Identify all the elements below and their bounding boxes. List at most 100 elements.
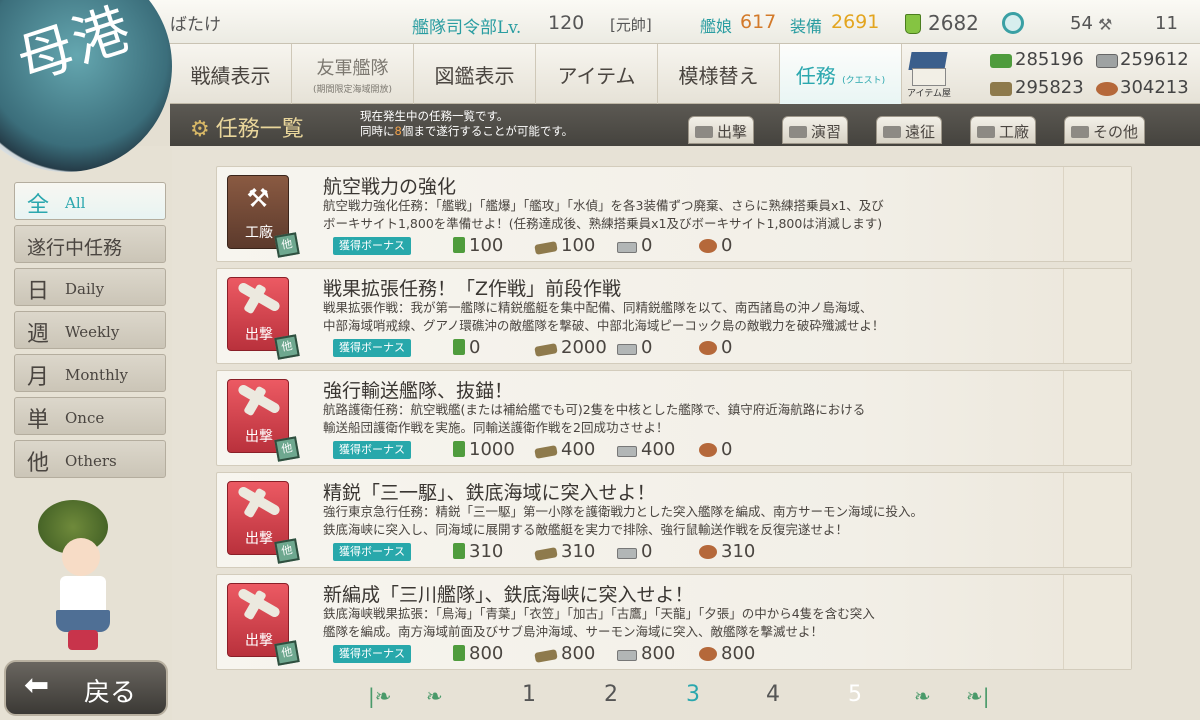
page-2[interactable]: 2 — [604, 682, 618, 707]
page-4[interactable]: 4 — [766, 682, 780, 707]
bauxite-icon — [699, 443, 717, 457]
category-tab-arsenal[interactable]: 工廠 — [970, 116, 1037, 144]
filter-weekly[interactable]: 週 Weekly — [14, 311, 166, 349]
exercise-icon — [789, 126, 807, 138]
other-tag-icon: 他 — [274, 640, 300, 666]
category-label: 工廠 — [999, 123, 1030, 141]
category-label: その他 — [1093, 123, 1139, 141]
improve-material-count: 11 — [1155, 13, 1178, 34]
tab-furniture[interactable]: 模様替え — [658, 44, 780, 104]
reward-fuel: 800 — [453, 643, 503, 664]
fuel-icon — [453, 645, 465, 661]
prev-page-icon[interactable]: ❧ — [426, 684, 443, 708]
quest-description: 戦果拡張作戦：我が第一艦隊に精鋭艦艇を集中配備、同精鋭艦隊を以て、南西諸島の沖ノ… — [323, 299, 1053, 335]
quest-category-sortie-badge: 出撃 他 — [227, 481, 300, 564]
steel-icon — [617, 650, 637, 661]
tab-records[interactable]: 戦績表示 — [170, 44, 292, 104]
tab-sublabel: (クエスト) — [842, 76, 886, 86]
quest-card[interactable]: 出撃 他 精鋭「三一駆」、鉄底海域に突入せよ！ 強行東京急行任務：精鋭「三一駆」… — [216, 472, 1132, 568]
reward-ammo: 310 — [534, 541, 595, 562]
tab-items[interactable]: アイテム — [536, 44, 658, 104]
ammo-icon — [534, 547, 558, 561]
quest-card[interactable]: ⚒ 工廠 他 航空戦力の強化 航空戦力強化任務：「艦戦」「艦爆」「艦攻」「水偵」… — [216, 166, 1132, 262]
reward-fuel: 100 — [453, 235, 503, 256]
quest-note-post: 個まで遂行することが可能です。 — [401, 124, 574, 138]
reward-fuel-value: 0 — [469, 337, 481, 358]
next-page-icon[interactable]: ❧ — [914, 684, 931, 708]
reward-bauxite-value: 0 — [721, 337, 733, 358]
quest-desc-line: 艦隊を編成。南方海域前面及びサブ島沖海域、サーモン海域に突入、敵艦隊を撃滅せよ！ — [323, 624, 824, 639]
item-shop-button[interactable]: アイテム屋 — [902, 52, 956, 99]
category-tab-expedition[interactable]: 遠征 — [876, 116, 943, 144]
filter-kanji: 遂行中任務 — [27, 237, 123, 259]
quest-category-sortie-badge: 出撃 他 — [227, 277, 300, 360]
quest-note-limit: 8 — [394, 124, 402, 138]
reward-steel-value: 800 — [641, 643, 676, 664]
back-button[interactable]: ⬅ 戻る — [4, 660, 168, 716]
filter-daily[interactable]: 日 Daily — [14, 268, 166, 306]
filter-label: Others — [65, 452, 117, 470]
last-page-icon[interactable]: ❧| — [966, 684, 990, 708]
tab-label: 友軍艦隊 — [316, 58, 389, 79]
filter-kanji: 他 — [27, 451, 50, 476]
filter-monthly[interactable]: 月 Monthly — [14, 354, 166, 392]
ship-count-label: 艦娘 — [700, 17, 733, 36]
category-tab-exercise[interactable]: 演習 — [782, 116, 849, 144]
other-tag-icon: 他 — [274, 232, 300, 258]
reward-ammo-value: 100 — [561, 235, 596, 256]
reward-fuel-value: 310 — [469, 541, 504, 562]
reward-steel: 800 — [617, 643, 675, 664]
ammo-icon — [534, 343, 558, 357]
ammo-icon — [534, 445, 558, 459]
filter-in-progress[interactable]: 遂行中任務 — [14, 225, 166, 263]
steel-icon — [617, 548, 637, 559]
tab-friend-fleet[interactable]: 友軍艦隊 (期間限定海域開放) — [292, 44, 414, 104]
shop-building-icon — [912, 68, 946, 86]
category-tab-sortie[interactable]: 出撃 — [688, 116, 755, 144]
reward-bauxite-value: 0 — [721, 439, 733, 460]
reward-bauxite: 310 — [699, 541, 755, 562]
quest-desc-line: 中部海域哨戒線、グアノ環礁沖の敵艦隊を撃破、中部北海域ピーコック島の敵戦力を破砕… — [323, 318, 885, 333]
player-name: ばたけ — [170, 15, 221, 35]
quest-desc-line: 鉄底海峡に突入し、同海域に展開する敵艦艇を実力で排除、強行鼠輸送作戦を反復完遂せ… — [323, 522, 849, 537]
quest-title: 戦果拡張任務！「Z作戦」前段作戦 — [323, 278, 622, 300]
reward-steel-value: 0 — [641, 541, 653, 562]
tab-encyclopedia[interactable]: 図鑑表示 — [414, 44, 536, 104]
filter-label: Once — [65, 409, 105, 427]
steel-count: 259612 — [1120, 49, 1189, 70]
filter-all[interactable]: 全 All — [14, 182, 166, 220]
back-arrow-icon: ⬅ — [24, 668, 50, 703]
quest-card[interactable]: 出撃 他 戦果拡張任務！「Z作戦」前段作戦 戦果拡張作戦：我が第一艦隊に精鋭艦艇… — [216, 268, 1132, 364]
quest-card[interactable]: 出撃 他 強行輸送艦隊、抜錨！ 航路護衛任務：航空戦艦(または補給艦でも可)2隻… — [216, 370, 1132, 466]
character-skirt — [56, 610, 110, 632]
page-1[interactable]: 1 — [522, 682, 536, 707]
dev-material-icon — [1002, 12, 1024, 34]
repair-bucket-count: 2682 — [928, 11, 979, 35]
quest-title: 航空戦力の強化 — [323, 176, 457, 198]
ammo-icon — [990, 82, 1012, 96]
tab-quests[interactable]: 任務 (クエスト) — [780, 44, 902, 104]
filter-once[interactable]: 単 Once — [14, 397, 166, 435]
category-tab-other[interactable]: その他 — [1064, 116, 1146, 144]
arsenal-icon — [977, 126, 995, 138]
filter-kanji: 日 — [27, 279, 50, 304]
tab-label: 図鑑表示 — [434, 64, 515, 88]
reward-bauxite: 0 — [699, 337, 732, 358]
page-3[interactable]: 3 — [686, 682, 700, 707]
quest-desc-line: ボーキサイト1,800を準備せよ！(任務達成後、熟練搭乗員x1及びボーキサイト1… — [323, 216, 883, 231]
first-page-icon[interactable]: |❧ — [368, 684, 392, 708]
quest-card[interactable]: 出撃 他 新編成「三川艦隊」、鉄底海峡に突入せよ！ 鉄底海峡戦果拡張：「鳥海」「… — [216, 574, 1132, 670]
tab-label: 戦績表示 — [190, 64, 271, 88]
ammo-count: 295823 — [1015, 77, 1084, 98]
bauxite-icon — [1096, 82, 1118, 96]
reward-steel: 0 — [617, 235, 652, 256]
ammo-icon — [534, 649, 558, 663]
quest-desc-line: 戦果拡張作戦：我が第一艦隊に精鋭艦艇を集中配備、同精鋭艦隊を以て、南西諸島の沖ノ… — [323, 300, 873, 315]
hammer-icon: ⚒ — [1098, 15, 1113, 34]
page-5[interactable]: 5 — [848, 682, 862, 707]
filter-others[interactable]: 他 Others — [14, 440, 166, 478]
reward-fuel-value: 1000 — [469, 439, 515, 460]
quest-desc-line: 輸送船団護衛作戦を実施。同輸送護衛作戦を2回成功させよ！ — [323, 420, 669, 435]
tab-label: アイテム — [557, 64, 636, 88]
reward-ammo: 400 — [534, 439, 595, 460]
